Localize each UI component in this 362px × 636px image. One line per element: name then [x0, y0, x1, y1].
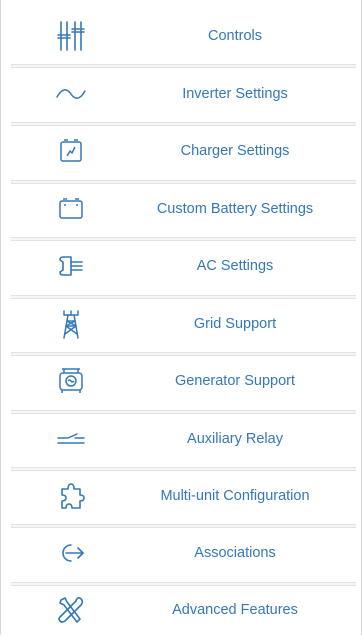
menu-item-grid-support[interactable]: Grid Support — [1, 298, 361, 350]
menu-item-label: Charger Settings — [180, 143, 290, 159]
association-arrow-icon — [53, 535, 89, 571]
battery-icon — [53, 191, 89, 227]
menu-item-controls[interactable]: Controls — [1, 10, 361, 62]
settings-menu: Controls Inverter Settings Charger Setti… — [0, 0, 362, 635]
menu-item-label: Inverter Settings — [182, 86, 288, 102]
tools-icon — [53, 592, 89, 628]
menu-item-associations[interactable]: Associations — [1, 527, 361, 579]
menu-item-label: Custom Battery Settings — [156, 201, 314, 217]
menu-item-label: Generator Support — [174, 373, 296, 389]
menu-item-label: Multi-unit Configuration — [160, 488, 310, 504]
generator-icon — [53, 363, 89, 399]
puzzle-icon — [53, 478, 89, 514]
ac-plug-icon — [53, 248, 89, 284]
grid-tower-icon — [53, 306, 89, 342]
menu-item-label: Advanced Features — [172, 602, 298, 618]
menu-item-label: Controls — [208, 28, 262, 44]
menu-item-ac-settings[interactable]: AC Settings — [1, 240, 361, 292]
menu-item-advanced-features[interactable]: Advanced Features — [1, 584, 361, 636]
sliders-icon — [53, 18, 89, 54]
sine-wave-icon — [53, 76, 89, 112]
menu-item-inverter-settings[interactable]: Inverter Settings — [1, 68, 361, 120]
menu-item-label: Auxiliary Relay — [187, 431, 283, 447]
menu-item-label: AC Settings — [196, 258, 274, 274]
relay-icon — [53, 421, 89, 457]
menu-item-generator-support[interactable]: Generator Support — [1, 355, 361, 407]
menu-item-label: Associations — [194, 545, 276, 561]
menu-item-charger-settings[interactable]: Charger Settings — [1, 125, 361, 177]
menu-item-multi-unit-configuration[interactable]: Multi-unit Configuration — [1, 470, 361, 522]
menu-item-label: Grid Support — [193, 316, 277, 332]
menu-item-auxiliary-relay[interactable]: Auxiliary Relay — [1, 413, 361, 465]
menu-item-custom-battery-settings[interactable]: Custom Battery Settings — [1, 183, 361, 235]
battery-charge-icon — [53, 133, 89, 169]
